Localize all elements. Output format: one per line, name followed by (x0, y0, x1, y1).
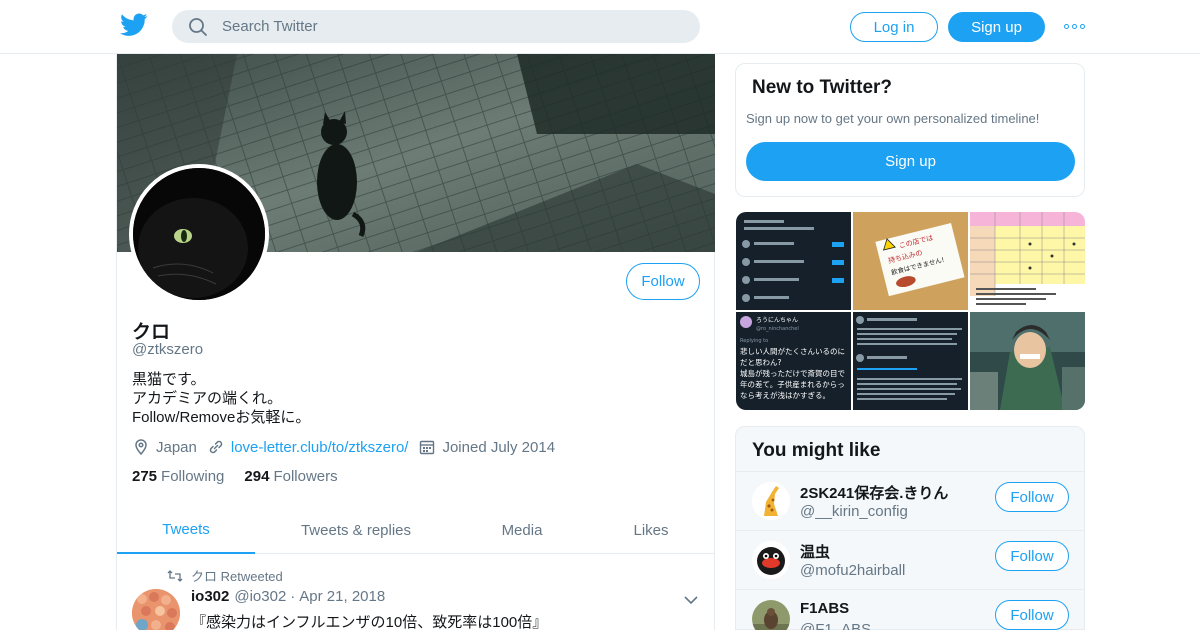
media-tweet-line: なら考えが浅はかすぎる。 (740, 390, 830, 400)
suggestion-name[interactable]: 温虫 (800, 541, 830, 562)
followers-stat[interactable]: 294 Followers (244, 468, 337, 485)
signup-button[interactable]: Sign up (948, 12, 1045, 42)
followers-count: 294 (244, 468, 270, 485)
profile-name: クロ (132, 322, 171, 343)
media-tweet-line: 城島が残っただけで斎賀の目で (740, 368, 845, 378)
media-thumbnail[interactable]: ろうにんちゃん @ro_ninchanchel Replying to 悲しい人… (736, 312, 851, 410)
follow-button[interactable]: Follow (626, 263, 700, 300)
suggestion-row[interactable]: 温虫 @mofu2hairball Follow (736, 530, 1084, 590)
tab-tweets-replies[interactable]: Tweets & replies (277, 506, 435, 554)
profile-handle: @ztkszero (132, 341, 204, 358)
retweet-icon (167, 569, 183, 582)
search-box[interactable] (172, 10, 700, 43)
followers-label: Followers (273, 468, 338, 485)
bio-line: アカデミアの端くれ。 (132, 390, 283, 407)
more-dots-icon[interactable] (1064, 19, 1086, 33)
suggestion-follow-button[interactable]: Follow (995, 482, 1069, 512)
link-icon (209, 440, 223, 454)
you-might-like-title: You might like (752, 440, 881, 461)
suggestion-follow-button[interactable]: Follow (995, 541, 1069, 571)
top-navigation-bar: Log in Sign up (0, 0, 1200, 54)
bio-line: 黒猫です。 (132, 371, 206, 388)
suggestion-handle: @F1_ABS (800, 621, 872, 630)
tweet-author-avatar[interactable] (132, 589, 180, 630)
suggestion-name[interactable]: F1ABS (800, 600, 849, 617)
media-tweet-reply: Replying to (740, 338, 768, 344)
tab-tweets[interactable]: Tweets (117, 506, 255, 554)
bio-line: Follow/Removeお気軽に。 (132, 409, 311, 426)
suggestion-follow-button[interactable]: Follow (995, 600, 1069, 630)
media-thumbnail[interactable]: この店では 持ち込みの 飲食はできません! (853, 212, 968, 310)
media-thumbnail[interactable] (736, 212, 851, 310)
suggestion-handle: @__kirin_config (800, 503, 908, 520)
following-stat[interactable]: 275 Following (132, 468, 224, 485)
media-tweet-name: ろうにんちゃん (756, 317, 798, 324)
twitter-bird-icon[interactable] (120, 13, 148, 39)
media-grid: この店では 持ち込みの 飲食はできません! ろうにんちゃん @ro_nincha… (736, 212, 1085, 410)
new-to-twitter-card: New to Twitter? Sign up now to get your … (735, 63, 1085, 197)
joined-item: Joined July 2014 (418, 438, 555, 456)
tweet-author-name[interactable]: io302 (191, 588, 229, 605)
profile-avatar[interactable] (129, 164, 269, 304)
new-card-title: New to Twitter? (752, 77, 893, 98)
tweet-header: io302 @io302 · Apr 21, 2018 (191, 588, 385, 605)
suggestion-name[interactable]: 2SK241保存会.きりん (800, 482, 948, 503)
location-item: Japan (132, 438, 197, 456)
tweet-separator: · (290, 588, 296, 605)
joined-text: Joined July 2014 (442, 438, 556, 456)
tweet-author-handle[interactable]: @io302 (234, 588, 286, 605)
profile-tabs: Tweets Tweets & replies Media Likes (117, 506, 715, 554)
tab-media[interactable]: Media (462, 506, 582, 554)
suggestion-row[interactable]: F1ABS @F1_ABS Follow (736, 589, 1084, 630)
chevron-down-icon[interactable] (684, 592, 698, 605)
profile-meta: Japan love-letter.club/to/ztkszero/ Join… (132, 436, 565, 458)
sidebar-signup-button[interactable]: Sign up (746, 142, 1075, 181)
profile-stats: 275 Following 294 Followers (132, 468, 358, 485)
new-card-text: Sign up now to get your own personalized… (746, 111, 1040, 126)
retweet-context: クロ Retweeted (167, 566, 283, 585)
media-thumbnail[interactable] (970, 312, 1085, 410)
website-item[interactable]: love-letter.club/to/ztkszero/ (207, 438, 409, 456)
tab-likes[interactable]: Likes (612, 506, 690, 554)
tweet-text: 『感染力はインフルエンザの10倍、致死率は100倍』 (191, 614, 548, 630)
following-count: 275 (132, 468, 158, 485)
giraffe-avatar[interactable] (752, 482, 790, 520)
suggestion-handle: @mofu2hairball (800, 562, 906, 579)
location-icon (135, 439, 147, 456)
website-link[interactable]: love-letter.club/to/ztkszero/ (231, 439, 409, 456)
profile-column: Follow クロ @ztkszero 黒猫です。 アカデミアの端くれ。 Fol… (116, 54, 715, 630)
search-input[interactable] (222, 18, 662, 35)
following-label: Following (161, 468, 225, 485)
media-tweet-handle: @ro_ninchanchel (756, 326, 799, 332)
media-thumbnail[interactable] (853, 312, 968, 410)
login-button[interactable]: Log in (850, 12, 938, 42)
media-tweet-line: 悲しい人間がたくさんいるのに (740, 346, 845, 356)
suggestion-row[interactable]: 2SK241保存会.きりん @__kirin_config Follow (736, 471, 1084, 531)
profile-bio: 黒猫です。 アカデミアの端くれ。 Follow/Removeお気軽に。 (132, 370, 310, 427)
tweet-item[interactable]: クロ Retweeted io302 @io302 · Apr 21, 2018… (117, 554, 715, 630)
search-icon (189, 17, 207, 36)
location-text: Japan (156, 438, 197, 456)
tweet-date[interactable]: Apr 21, 2018 (299, 588, 385, 605)
media-tweet-line: 年の差て。子供産まれるからっ (740, 379, 845, 389)
calendar-icon (420, 440, 435, 455)
media-thumbnail[interactable] (970, 212, 1085, 310)
retweet-context-text: クロ Retweeted (191, 569, 283, 584)
media-tweet-line: だと思わん? (740, 358, 781, 367)
you-might-like-card: You might like 2SK241保存会.きりん @__kirin_co… (735, 426, 1085, 630)
bird-photo-avatar[interactable] (752, 600, 790, 630)
fluffy-bug-avatar[interactable] (752, 541, 790, 579)
